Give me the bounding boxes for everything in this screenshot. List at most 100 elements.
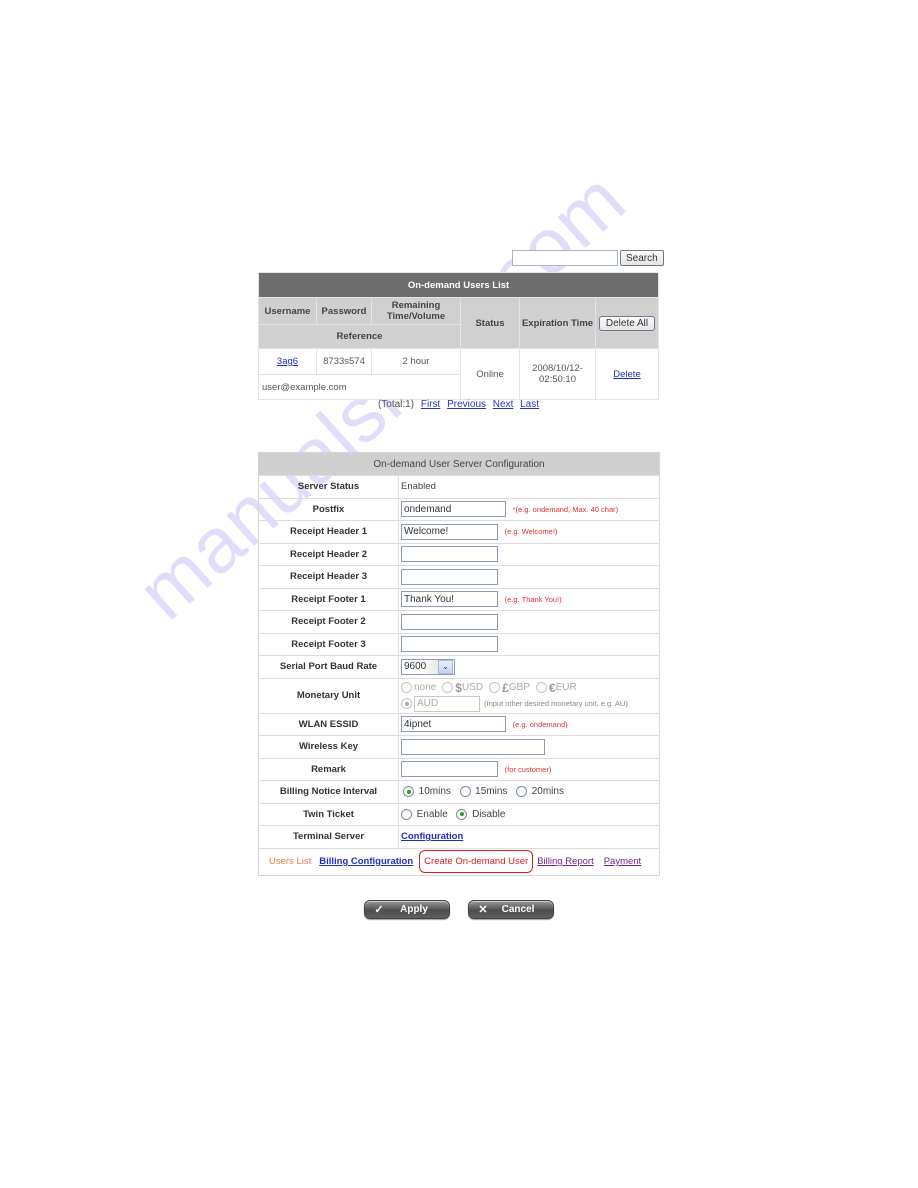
remark-input[interactable]: [401, 761, 498, 778]
wlan-essid-hint: (e.g. ondemand): [512, 719, 568, 729]
wireless-key-input[interactable]: [401, 738, 545, 755]
row-server-status: Server Status Enabled: [258, 475, 660, 499]
search-bar: Search: [512, 250, 664, 266]
label-postfix: Postfix: [258, 498, 399, 521]
apply-label: Apply: [400, 904, 428, 915]
radio-currency-usd[interactable]: [442, 682, 454, 693]
cell-expiration: 2008/10/12-02:50:10: [519, 348, 596, 400]
row-postfix: Postfix *(e.g. ondemand, Max. 40 char): [258, 498, 660, 521]
row-terminal-server: Terminal Server Configuration: [258, 825, 660, 849]
value-server-status: Enabled: [398, 475, 660, 499]
chevron-down-icon[interactable]: ⌄: [438, 659, 453, 674]
column-header-remaining: Remaining Time/Volume: [371, 297, 461, 325]
nav-billing-configuration[interactable]: Billing Configuration: [319, 856, 413, 867]
radio-twin-disable[interactable]: [456, 808, 468, 820]
users-list-title: On-demand Users List: [258, 272, 659, 298]
row-receipt-footer-3: Receipt Footer 3: [258, 633, 660, 656]
radio-currency-eur[interactable]: [535, 682, 547, 693]
currency-gbp-label: GBP: [508, 682, 530, 693]
radio-twin-enable[interactable]: [401, 808, 412, 820]
row-receipt-footer-2: Receipt Footer 2: [258, 610, 660, 634]
radio-10mins[interactable]: [403, 786, 414, 798]
row-twin-ticket: Twin Ticket Enable Disable: [258, 803, 660, 826]
label-receipt-header-3: Receipt Header 3: [258, 565, 399, 589]
row-remark: Remark (for customer): [258, 758, 660, 781]
receipt-header-1-input[interactable]: [401, 523, 498, 540]
option-20mins-label: 20mins: [531, 786, 564, 798]
receipt-header-1-hint: (e.g. Welcome!): [504, 527, 558, 537]
delete-all-button[interactable]: Delete All: [598, 315, 656, 331]
column-header-reference: Reference: [258, 324, 461, 349]
config-title: On-demand User Server Configuration: [258, 452, 660, 476]
receipt-footer-2-input[interactable]: [401, 613, 498, 630]
label-wlan-essid: WLAN ESSID: [258, 713, 399, 736]
apply-button[interactable]: ✓ Apply: [364, 900, 450, 919]
cancel-button[interactable]: ✕ Cancel: [468, 900, 554, 919]
nav-users-list[interactable]: Users List: [269, 856, 311, 867]
pager-total: (Total:1): [377, 399, 415, 410]
baud-rate-selected: 9600: [402, 659, 438, 674]
label-server-status: Server Status: [258, 475, 399, 499]
label-receipt-footer-2: Receipt Footer 2: [258, 610, 399, 634]
search-button[interactable]: Search: [620, 250, 664, 266]
table-row: 3ag6 8733s574 2 hour Online 2008/10/12-0…: [258, 348, 659, 400]
delete-link[interactable]: Delete: [613, 369, 640, 380]
nav-payment[interactable]: Payment: [604, 856, 642, 867]
radio-15mins[interactable]: [459, 786, 471, 798]
currency-eur-label: EUR: [555, 682, 577, 693]
users-list-table: On-demand Users List Username Password R…: [258, 272, 659, 400]
twin-disable-label: Disable: [472, 808, 506, 820]
twin-enable-label: Enable: [416, 808, 448, 820]
search-input[interactable]: [512, 250, 618, 266]
cell-reference: user@example.com: [258, 374, 461, 400]
pager-next-link[interactable]: Next: [493, 399, 514, 410]
close-icon: ✕: [478, 904, 488, 916]
pager-first-link[interactable]: First: [421, 399, 440, 410]
checkmark-icon: ✓: [374, 904, 384, 916]
cell-username: 3ag6: [258, 348, 317, 375]
other-currency-input[interactable]: [414, 695, 480, 712]
label-wireless-key: Wireless Key: [258, 735, 399, 759]
receipt-header-3-input[interactable]: [401, 568, 498, 585]
label-terminal-server: Terminal Server: [258, 825, 399, 849]
receipt-header-2-input[interactable]: [401, 546, 498, 563]
radio-20mins[interactable]: [516, 786, 528, 798]
nav-links: Users List Billing Configuration Create …: [259, 849, 659, 875]
label-receipt-header-1: Receipt Header 1: [258, 520, 399, 544]
row-wireless-key: Wireless Key: [258, 735, 660, 759]
receipt-footer-3-input[interactable]: [401, 636, 498, 653]
label-receipt-footer-3: Receipt Footer 3: [258, 633, 399, 656]
dollar-icon: $: [455, 680, 462, 695]
row-baud-rate: Serial Port Baud Rate 9600 ⌄: [258, 655, 660, 679]
wlan-essid-input[interactable]: [401, 716, 506, 733]
cell-delete: Delete: [595, 348, 659, 400]
postfix-input[interactable]: [401, 501, 506, 518]
currency-none-label: none: [414, 682, 437, 693]
nav-billing-report[interactable]: Billing Report: [537, 856, 594, 867]
pager-last-link[interactable]: Last: [520, 399, 539, 410]
currency-usd-label: USD: [461, 682, 484, 693]
action-bar: ✓ Apply ✕ Cancel: [364, 900, 554, 919]
column-header-expiration: Expiration Time: [519, 297, 596, 349]
label-monetary-unit: Monetary Unit: [258, 678, 399, 714]
receipt-footer-1-input[interactable]: [401, 591, 498, 608]
pound-icon: £: [502, 680, 509, 695]
baud-rate-select[interactable]: 9600 ⌄: [401, 658, 455, 675]
pager-previous-link[interactable]: Previous: [447, 399, 486, 410]
label-receipt-header-2: Receipt Header 2: [258, 543, 399, 566]
postfix-hint: *(e.g. ondemand, Max. 40 char): [512, 504, 619, 514]
radio-currency-none[interactable]: [401, 682, 412, 693]
row-wlan-essid: WLAN ESSID (e.g. ondemand): [258, 713, 660, 736]
cancel-label: Cancel: [501, 904, 535, 915]
cell-remaining: 2 hour: [371, 348, 461, 375]
radio-currency-other[interactable]: [401, 698, 412, 709]
nav-create-on-demand-user[interactable]: Create On-demand User: [419, 850, 534, 873]
label-remark: Remark: [258, 758, 399, 781]
terminal-server-config-link[interactable]: Configuration: [401, 831, 463, 842]
label-twin-ticket: Twin Ticket: [258, 803, 399, 826]
row-receipt-footer-1: Receipt Footer 1 (e.g. Thank You!): [258, 588, 660, 611]
cell-password: 8733s574: [316, 348, 372, 375]
radio-currency-gbp[interactable]: [489, 682, 501, 693]
pager: (Total:1) First Previous Next Last: [258, 399, 659, 410]
username-link[interactable]: 3ag6: [277, 356, 298, 367]
